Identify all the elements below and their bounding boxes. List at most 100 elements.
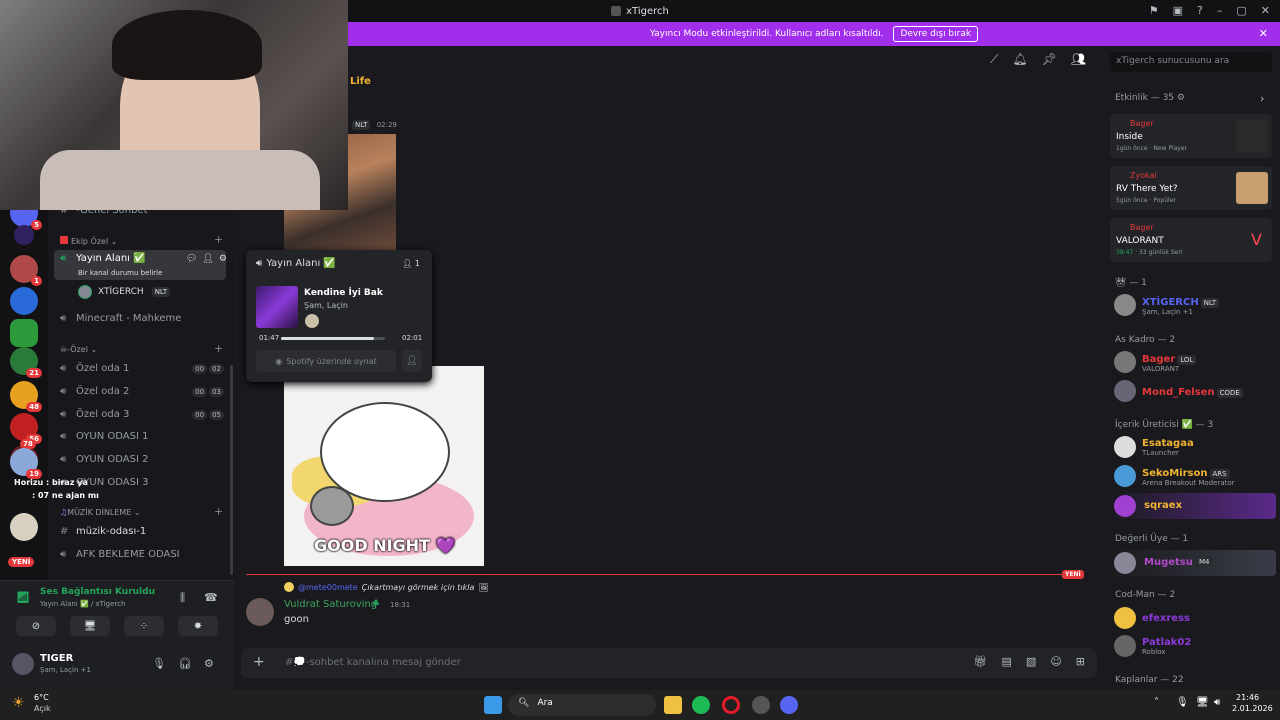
member-row[interactable]: XTİGERCH NLT Şam, Laçin +1	[1114, 294, 1220, 316]
channel-ozel-2[interactable]: 🔊︎ Özel oda 2	[60, 386, 129, 397]
member-row[interactable]: Patlak02 Roblox	[1114, 635, 1191, 657]
avatar[interactable]	[12, 653, 34, 675]
message-avatar[interactable]	[246, 598, 274, 626]
pin-icon[interactable]: 📌︎	[1042, 52, 1057, 67]
category-ekip[interactable]: Ekip Özel ⌄	[60, 236, 117, 246]
voice-channel[interactable]: Yayın Alanı ✅ / xTigerch	[40, 600, 125, 608]
mic-tray-icon[interactable]: 🎙︎	[1176, 697, 1189, 708]
category-muzik[interactable]: ♫MÜZİK DİNLEME ⌄	[60, 508, 141, 517]
activity-card[interactable]: Bager Inside 1gün önce · New Player	[1110, 114, 1272, 158]
server-icon[interactable]	[10, 319, 38, 347]
file-explorer-icon[interactable]	[664, 696, 682, 714]
gif-icon[interactable]: ▤	[1002, 655, 1012, 668]
channel-oyun-2[interactable]: 🔊︎ OYUN ODASI 2	[60, 454, 149, 465]
noise-icon[interactable]: ⫼	[180, 591, 185, 605]
song-title[interactable]: Kendine İyi Bak	[304, 288, 383, 298]
add-attachment-icon[interactable]: +	[253, 654, 265, 670]
volume-icon[interactable]: 🔊︎	[1214, 697, 1220, 708]
album-art[interactable]	[256, 286, 298, 328]
user-name[interactable]: TIGER	[40, 653, 73, 664]
channel-ozel-3[interactable]: 🔊︎ Özel oda 3	[60, 409, 129, 420]
weather-temp[interactable]: 6°C	[34, 693, 49, 702]
category-ozel[interactable]: ☠-Özel ⌄	[60, 345, 97, 354]
good-night-gif[interactable]: GOOD NIGHT 💜	[284, 366, 484, 566]
bell-icon[interactable]: 🔔︎	[1012, 52, 1027, 67]
soundboard-button[interactable]: ✸	[178, 616, 218, 636]
inbox-icon[interactable]: ▣	[1173, 4, 1183, 17]
gear-icon[interactable]: ⚙	[219, 254, 227, 264]
message-author[interactable]: Vuldrat Saturoving	[284, 599, 377, 610]
voice-status[interactable]: Ses Bağlantısı Kuruldu	[40, 587, 155, 597]
listen-along-button[interactable]: 👤︎	[402, 350, 422, 372]
taskbar-search[interactable]: 🔍︎ Ara	[508, 694, 656, 716]
server-search-input[interactable]: xTigerch sunucusunu ara	[1110, 52, 1272, 72]
spotify-play-button[interactable]: ◉ Spotify üzerinde oynat	[256, 350, 396, 372]
activities-button[interactable]: ⁘	[124, 616, 164, 636]
disconnect-icon[interactable]: ☎	[204, 591, 218, 604]
server-icon[interactable]: 19	[10, 448, 42, 479]
discord-taskbar-icon[interactable]	[780, 696, 798, 714]
reply-preview[interactable]: @mete00mete Çıkartmayı görmek için tıkla…	[284, 582, 489, 592]
sticker-picker-icon[interactable]: ▧	[1026, 655, 1036, 668]
apps-icon[interactable]: ⊞	[1076, 655, 1085, 668]
member-row[interactable]: efexress	[1114, 607, 1190, 629]
emoji-icon[interactable]: ☺	[1050, 655, 1061, 668]
channel-afk[interactable]: 🔊︎ AFK BEKLEME ODASI	[60, 549, 180, 560]
maximize-button[interactable]: ▢	[1236, 4, 1246, 17]
flag-icon[interactable]: ⚑	[1149, 4, 1159, 17]
screen-share-button[interactable]: 🖥︎	[70, 616, 110, 636]
app-icon[interactable]	[752, 696, 770, 714]
signal-icon[interactable]: 📶︎	[16, 591, 30, 604]
members-icon[interactable]: 👥︎	[1071, 52, 1086, 67]
member-row[interactable]: Mond_Felsen CODE	[1114, 380, 1243, 402]
headphones-icon[interactable]: 🎧︎	[178, 657, 192, 670]
server-icon[interactable]	[10, 513, 38, 541]
voice-user[interactable]: XTİGERCH NLT	[78, 285, 171, 299]
message-input[interactable]: #💭-sohbet kanalına mesaj gönder	[285, 657, 461, 668]
member-row[interactable]: SekoMirson ARS Arena Breakout Moderator	[1114, 465, 1235, 487]
server-icon[interactable]	[14, 225, 34, 245]
mic-icon[interactable]: 🎙︎	[152, 657, 166, 670]
channel-minecraft[interactable]: 🔊︎ Minecraft - Mahkeme	[60, 313, 181, 324]
add-channel-icon[interactable]: +	[214, 505, 223, 518]
network-icon[interactable]: 🖥︎	[1196, 697, 1209, 708]
server-icon[interactable]	[10, 287, 38, 315]
progress-track[interactable]	[281, 337, 385, 340]
channel-yayin-row[interactable]: 🔊︎ Yayın Alanı ✅	[60, 253, 146, 264]
member-row[interactable]: Esatagaa TLauncher	[1114, 436, 1194, 458]
gift-icon[interactable]: 🎁︎	[974, 655, 988, 668]
server-icon[interactable]: 21	[10, 347, 42, 378]
invite-icon[interactable]: 👤︎	[202, 254, 213, 264]
camera-off-button[interactable]: ⊘	[16, 616, 56, 636]
clock-time[interactable]: 21:46	[1236, 693, 1259, 702]
opera-icon[interactable]	[722, 696, 740, 714]
server-icon[interactable]: 48	[10, 381, 42, 412]
member-row[interactable]: Mugetsu M4	[1110, 550, 1276, 576]
minimize-button[interactable]: –	[1217, 4, 1223, 17]
settings-gear-icon[interactable]: ⚙	[204, 657, 214, 670]
banner-close-icon[interactable]: ✕	[1259, 27, 1268, 40]
threads-icon[interactable]: ⟋	[990, 52, 998, 67]
song-artist[interactable]: Şam, Laçin	[304, 301, 348, 310]
scrollbar[interactable]	[230, 365, 233, 575]
add-channel-icon[interactable]: +	[214, 233, 223, 246]
help-icon[interactable]: ?	[1197, 4, 1203, 17]
channel-oyun-1[interactable]: 🔊︎ OYUN ODASI 1	[60, 431, 149, 442]
weather-icon[interactable]: ☀	[12, 695, 25, 711]
chevron-right-icon[interactable]: ›	[1260, 92, 1264, 105]
chat-bubble-icon[interactable]: 💬︎	[186, 254, 197, 264]
server-icon[interactable]: 1	[10, 255, 42, 286]
activity-header[interactable]: Etkinlik — 35 ⚙	[1115, 93, 1185, 103]
add-channel-icon[interactable]: +	[214, 342, 223, 355]
channel-ozel-1[interactable]: 🔊︎ Özel oda 1	[60, 363, 129, 374]
activity-card[interactable]: Bager VALORANT 38:47 · 33 günlük Seri V	[1110, 218, 1272, 262]
member-row[interactable]: sqraex	[1110, 493, 1276, 519]
spotify-taskbar-icon[interactable]	[692, 696, 710, 714]
channel-status[interactable]: Bir kanal durumu belirle	[78, 269, 162, 277]
activity-card[interactable]: Zyokai RV There Yet? 5gün önce · Popüler	[1110, 166, 1272, 210]
tray-chevron-icon[interactable]: ˄	[1154, 697, 1159, 708]
disable-streamer-mode-button[interactable]: Devre dışı bırak	[893, 26, 979, 42]
member-row[interactable]: Bager LOL VALORANT	[1114, 351, 1197, 373]
channel-muzik-1[interactable]: # müzik-odası-1	[60, 526, 146, 537]
start-button[interactable]	[484, 696, 502, 714]
